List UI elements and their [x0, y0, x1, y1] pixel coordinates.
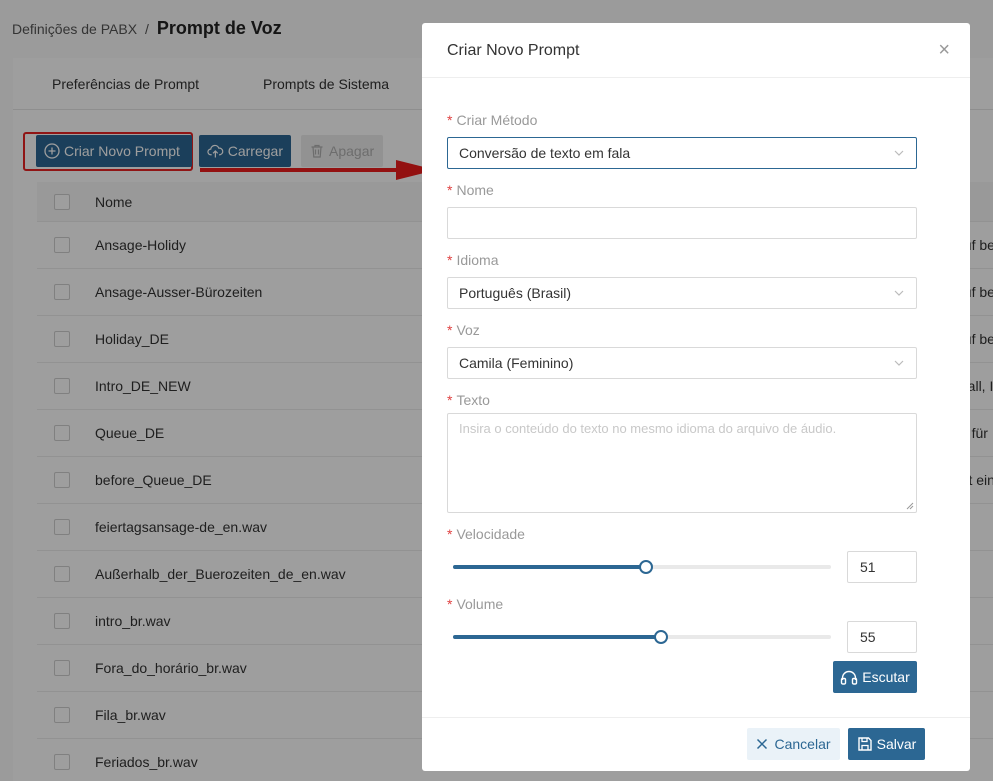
text-placeholder: Insira o conteúdo do texto no mesmo idio…	[459, 421, 837, 436]
dialog-title: Criar Novo Prompt	[447, 42, 580, 59]
volume-slider-handle[interactable]	[653, 630, 668, 644]
cancel-button[interactable]: Cancelar	[747, 728, 840, 760]
volume-slider-fill	[453, 635, 661, 639]
chevron-down-icon	[894, 360, 904, 366]
resize-handle[interactable]	[906, 502, 914, 510]
method-label: * Criar Método	[447, 112, 538, 128]
speed-slider[interactable]	[453, 560, 831, 574]
listen-button[interactable]: Escutar	[833, 661, 917, 693]
voice-select[interactable]: Camila (Feminino)	[447, 347, 917, 379]
name-input[interactable]	[447, 207, 917, 239]
create-prompt-dialog: Criar Novo Prompt × * Criar Método Conver…	[422, 23, 970, 771]
dialog-header: Criar Novo Prompt ×	[422, 23, 970, 78]
volume-label: * Volume	[447, 596, 504, 612]
speed-slider-handle[interactable]	[638, 560, 653, 574]
speed-slider-fill	[453, 565, 646, 569]
text-label: * Texto	[447, 392, 490, 408]
floppy-disk-icon	[857, 737, 872, 751]
method-value: Conversão de texto em fala	[459, 145, 631, 161]
dialog-footer: Cancelar Salvar	[422, 717, 970, 771]
listen-label: Escutar	[862, 669, 910, 685]
volume-slider[interactable]	[453, 630, 831, 644]
chevron-down-icon	[894, 290, 904, 296]
close-icon	[757, 738, 768, 750]
headphones-icon	[841, 670, 858, 685]
name-label: * Nome	[447, 182, 494, 198]
voice-label: * Voz	[447, 322, 480, 338]
voice-value: Camila (Feminino)	[459, 355, 574, 371]
speed-input[interactable]: 51	[847, 551, 917, 583]
method-select[interactable]: Conversão de texto em fala	[447, 137, 917, 169]
cancel-label: Cancelar	[774, 736, 831, 752]
speed-label: * Velocidade	[447, 526, 525, 542]
language-label: * Idioma	[447, 252, 499, 268]
text-area[interactable]: Insira o conteúdo do texto no mesmo idio…	[447, 413, 917, 513]
chevron-down-icon	[894, 150, 904, 156]
save-label: Salvar	[876, 736, 917, 752]
language-value: Português (Brasil)	[459, 285, 572, 301]
language-select[interactable]: Português (Brasil)	[447, 277, 917, 309]
save-button[interactable]: Salvar	[848, 728, 925, 760]
volume-input[interactable]: 55	[847, 621, 917, 653]
close-icon[interactable]: ×	[938, 40, 950, 60]
